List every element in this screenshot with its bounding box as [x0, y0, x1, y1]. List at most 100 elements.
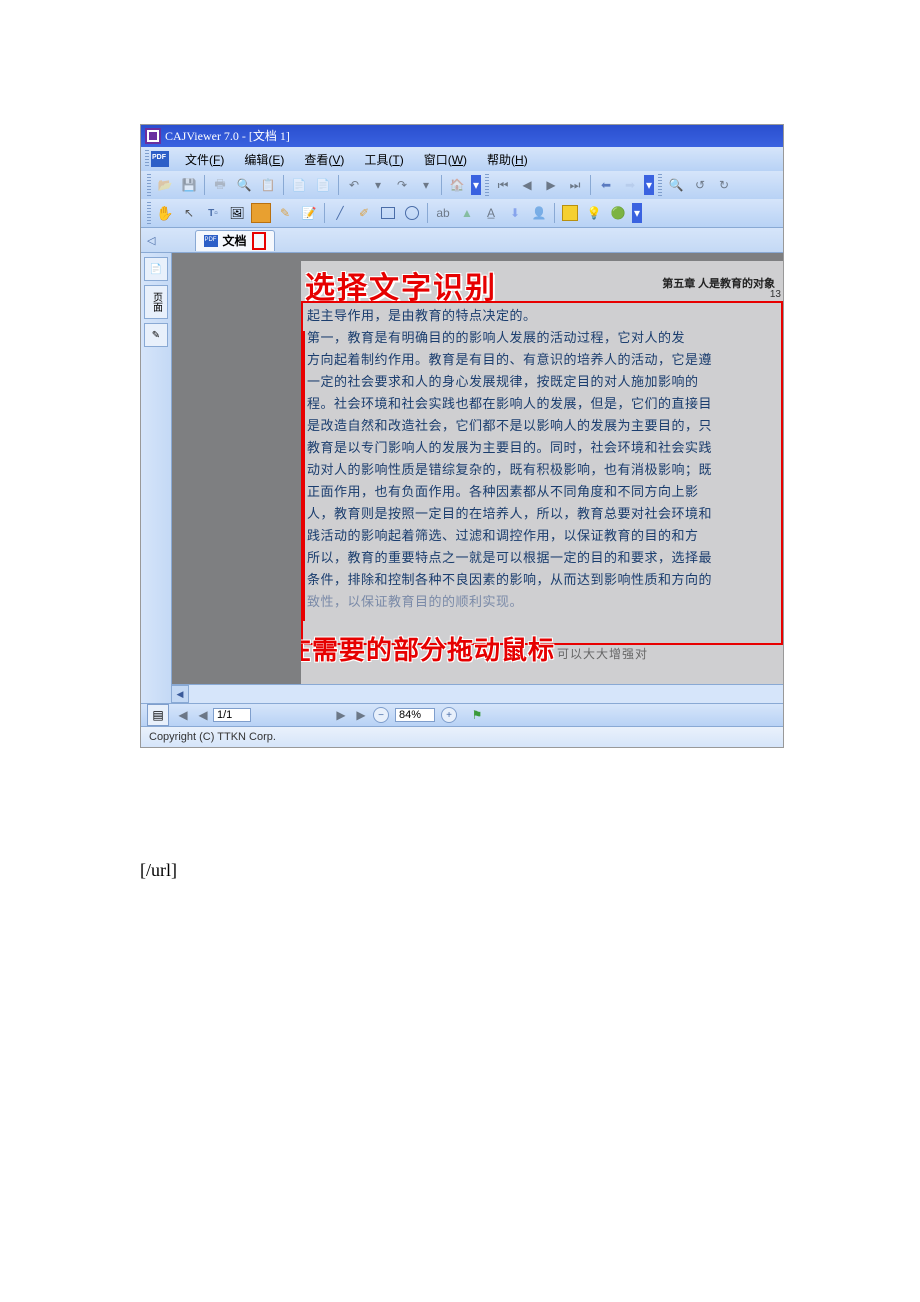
toolbar-annot: ✋ ↖ T▫ 🖼 ✎ 📝 ╱ ✐ ab ▲ A̲ ⬇ 👤 💡 🟢 ▾ [141, 199, 783, 227]
copyright-bar: Copyright (C) TTKN Corp. [141, 726, 783, 747]
undo-button[interactable]: ↶ [344, 175, 364, 195]
status-bar: ▤ ◀ ◀ 1/1 ▶ ▶ − 84% + ⚑ [141, 703, 783, 726]
url-close-tag: [/url] [140, 860, 177, 881]
tab-label: 文档 [222, 232, 246, 249]
separator [427, 203, 428, 223]
rect-tool-button[interactable] [378, 203, 398, 223]
content-area: 📄 页面 ✎ 1、 选择文字识别 第五章 人是教育的对象 13 起主导作用，是由… [141, 252, 783, 703]
grip-icon [147, 174, 151, 196]
bookmark-flag-icon[interactable]: ⚑ [467, 705, 487, 725]
separator [204, 175, 205, 195]
toolbar-main: 📂 💾 🖶 🔍 📋 📄 📄 ↶ ▾ ↷ ▾ 🏠 ▾ ⏮ ◀ ▶ ⏭ ⬅ ➡ ▾ … [141, 171, 783, 199]
first-page-button[interactable]: ⏮ [493, 175, 513, 195]
grip-icon [145, 150, 149, 168]
next-button-2[interactable]: ▶ [351, 705, 371, 725]
zoom-out-button[interactable]: − [373, 707, 389, 723]
print-button[interactable]: 🖶 [210, 175, 230, 195]
underline-button[interactable]: A̲ [481, 203, 501, 223]
callout-marker-icon [252, 232, 266, 250]
ocr-button[interactable] [251, 203, 271, 223]
pencil-tool-button[interactable]: ✐ [354, 203, 374, 223]
paste-button[interactable]: 📄 [313, 175, 333, 195]
zoom-input[interactable]: 84% [395, 708, 435, 722]
grip-icon [147, 202, 151, 224]
nav-fwd-button[interactable]: ➡ [620, 175, 640, 195]
down-button[interactable]: ⬇ [505, 203, 525, 223]
home-button[interactable]: 🏠 [447, 175, 467, 195]
dropdown-icon[interactable]: ▾ [632, 203, 642, 223]
document-body-text: 起主导作用，是由教育的特点决定的。 第一，教育是有明确目的的影响人发展的活动过程… [307, 305, 783, 613]
side-panel: 📄 页面 ✎ [141, 253, 172, 703]
title-bar: CAJViewer 7.0 - [文档 1] [141, 125, 783, 147]
pdf-icon [204, 235, 218, 247]
scroll-left-icon[interactable]: ◁ [147, 234, 155, 247]
prev-button-2[interactable]: ◀ [193, 705, 213, 725]
next-button[interactable]: ▶ [331, 705, 351, 725]
next-page-button[interactable]: ▶ [541, 175, 561, 195]
app-icon [145, 128, 161, 144]
last-page-button[interactable]: ⏭ [565, 175, 585, 195]
annotate-button[interactable]: ✎ [275, 203, 295, 223]
text-select-button[interactable]: T▫ [203, 203, 223, 223]
open-button[interactable]: 📂 [155, 175, 175, 195]
lightbulb-button[interactable]: 💡 [584, 203, 604, 223]
menu-bar: 文件(F) 编辑(E) 查看(V) 工具(T) 窗口(W) 帮助(H) [141, 147, 783, 171]
note-button[interactable]: 📝 [299, 203, 319, 223]
zoom-button[interactable]: 🔍 [666, 175, 686, 195]
grip-icon [658, 174, 662, 196]
bookmark-button[interactable] [560, 203, 580, 223]
dropdown-icon[interactable]: ▾ [368, 175, 388, 195]
stamp-button[interactable]: 🟢 [608, 203, 628, 223]
rotate-left-button[interactable]: ↺ [690, 175, 710, 195]
panel-button-3[interactable]: ✎ [144, 323, 168, 347]
callout-2-text: 在需要的部分拖动鼠标可以大大增强对 [301, 630, 648, 667]
save-button[interactable]: 💾 [179, 175, 199, 195]
prev-page-button[interactable]: ◀ [517, 175, 537, 195]
chapter-heading: 第五章 人是教育的对象 [662, 275, 775, 291]
window-title: CAJViewer 7.0 - [文档 1] [165, 125, 290, 147]
menu-help[interactable]: 帮助(H) [487, 151, 528, 168]
grip-icon [485, 174, 489, 196]
dropdown-icon[interactable]: ▾ [644, 175, 654, 195]
search-button[interactable]: 🔍 [234, 175, 254, 195]
separator [338, 175, 339, 195]
copy-button[interactable]: 📄 [289, 175, 309, 195]
zoom-in-button[interactable]: + [441, 707, 457, 723]
nav-back-button[interactable]: ⬅ [596, 175, 616, 195]
separator [554, 203, 555, 223]
page-number-doc: 13 [770, 289, 781, 300]
select-tool-button[interactable]: ↖ [179, 203, 199, 223]
hand-tool-button[interactable]: ✋ [155, 203, 175, 223]
prev-button[interactable]: ◀ [173, 705, 193, 725]
ellipse-tool-button[interactable] [402, 203, 422, 223]
dropdown-icon[interactable]: ▾ [416, 175, 436, 195]
line-tool-button[interactable]: ╱ [330, 203, 350, 223]
image-select-button[interactable]: 🖼 [227, 203, 247, 223]
highlight-button[interactable]: ▲ [457, 203, 477, 223]
panel-button-1[interactable]: 📄 [144, 257, 168, 281]
menu-window[interactable]: 窗口(W) [424, 151, 467, 168]
mail-button[interactable]: 📋 [258, 175, 278, 195]
redo-button[interactable]: ↷ [392, 175, 412, 195]
scroll-left-icon[interactable]: ◀ [171, 685, 189, 703]
separator [283, 175, 284, 195]
dropdown-icon[interactable]: ▾ [471, 175, 481, 195]
text-tool-button[interactable]: ab [433, 203, 453, 223]
document-tab[interactable]: 文档 [195, 230, 275, 251]
menu-view[interactable]: 查看(V) [304, 151, 344, 168]
menu-file[interactable]: 文件(F) [185, 151, 224, 168]
menu-edit[interactable]: 编辑(E) [244, 151, 284, 168]
menu-tool[interactable]: 工具(T) [364, 151, 403, 168]
separator [441, 175, 442, 195]
separator [590, 175, 591, 195]
panel-button-outline[interactable]: 页面 [144, 285, 168, 319]
copyright-text: Copyright (C) TTKN Corp. [149, 731, 276, 743]
horizontal-scrollbar[interactable]: ◀ [171, 684, 783, 703]
rotate-right-button[interactable]: ↻ [714, 175, 734, 195]
document-view[interactable]: 1、 选择文字识别 第五章 人是教育的对象 13 起主导作用，是由教育的特点决定… [301, 261, 783, 685]
layout-button[interactable]: ▤ [147, 704, 169, 726]
app-window: CAJViewer 7.0 - [文档 1] 文件(F) 编辑(E) 查看(V)… [140, 124, 784, 748]
user-button[interactable]: 👤 [529, 203, 549, 223]
pdf-icon [151, 151, 169, 167]
page-input[interactable]: 1/1 [213, 708, 251, 722]
